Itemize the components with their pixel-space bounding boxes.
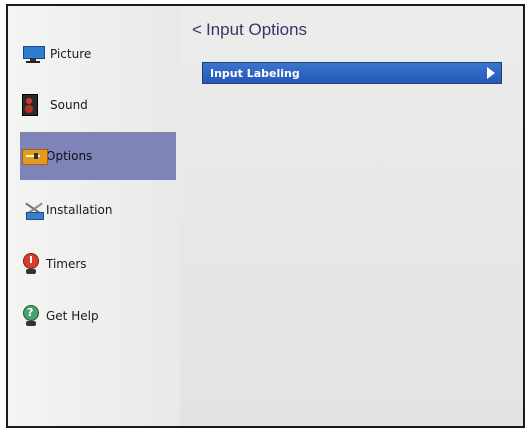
sidebar-item-sound[interactable]: Sound xyxy=(8,81,174,129)
sidebar-item-timers[interactable]: Timers xyxy=(8,240,174,288)
tv-screen: Picture Sound Options Installation Timer… xyxy=(0,0,531,431)
menu-item-input-labeling[interactable]: Input Labeling xyxy=(202,62,502,84)
sidebar-item-label: Installation xyxy=(46,203,113,217)
sidebar-item-label: Options xyxy=(46,149,93,163)
back-chevron-icon[interactable]: < xyxy=(192,20,202,40)
sidebar-item-label: Sound xyxy=(50,98,88,112)
help-icon: ? xyxy=(22,305,40,327)
sidebar-item-picture[interactable]: Picture xyxy=(8,30,174,78)
sidebar-item-label: Timers xyxy=(46,257,87,271)
sidebar-item-label: Get Help xyxy=(46,309,99,323)
page-title: Input Options xyxy=(205,20,308,39)
picture-icon xyxy=(22,45,45,63)
main-panel: < Input Options Input Labeling xyxy=(180,6,523,426)
sidebar-item-options[interactable]: Options xyxy=(20,132,176,180)
timers-icon xyxy=(22,253,40,275)
sound-icon xyxy=(22,94,38,116)
settings-frame: Picture Sound Options Installation Timer… xyxy=(6,4,525,428)
options-icon xyxy=(22,147,48,165)
submenu-arrow-icon xyxy=(487,67,495,79)
sidebar: Picture Sound Options Installation Timer… xyxy=(8,6,180,426)
page-title-row[interactable]: < Input Options xyxy=(192,20,307,40)
installation-icon xyxy=(22,200,46,220)
menu-item-label: Input Labeling xyxy=(210,66,300,80)
sidebar-item-get-help[interactable]: ? Get Help xyxy=(8,292,174,340)
sidebar-item-installation[interactable]: Installation xyxy=(8,186,174,234)
sidebar-item-label: Picture xyxy=(50,47,92,61)
